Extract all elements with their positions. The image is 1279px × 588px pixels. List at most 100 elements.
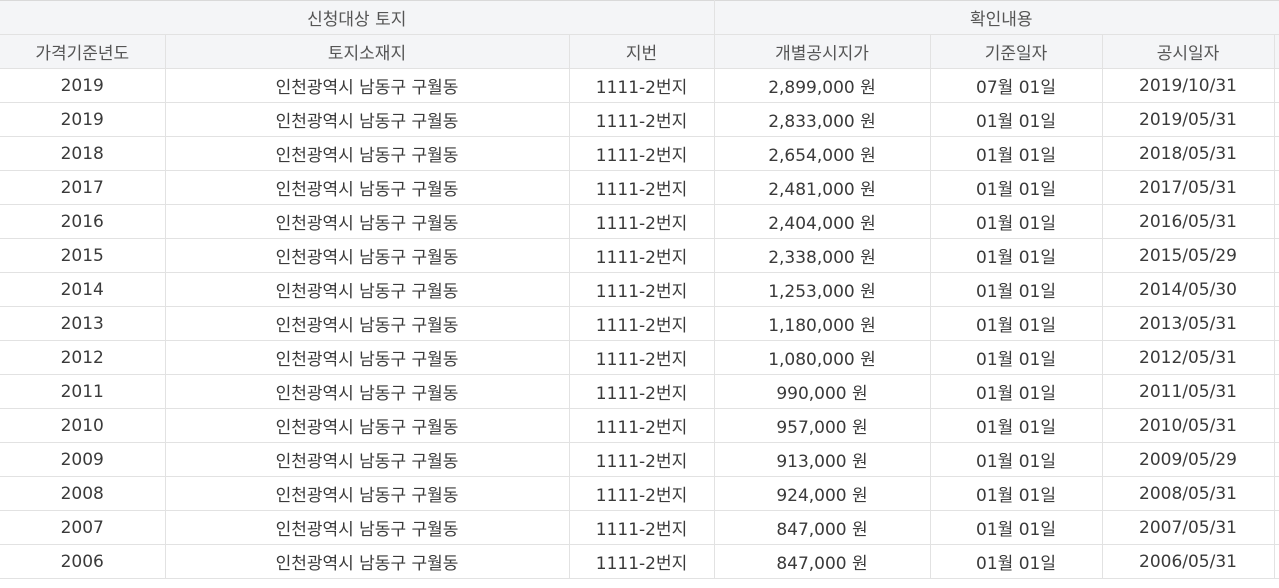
table-row: 2019 인천광역시 남동구 구월동 1111-2번지 2,833,000 원 01월 …	[0, 102, 1279, 137]
cell-price-year: 2007	[0, 510, 166, 545]
cell-land-location: 인천광역시 남동구 구월동	[165, 340, 570, 375]
cell-reference-date: 01월 01일	[930, 272, 1103, 307]
cell-announcement-date: 2006/05/31	[1102, 544, 1275, 579]
cell-land-location: 인천광역시 남동구 구월동	[165, 442, 570, 477]
cell-announcement-date: 2011/05/31	[1102, 374, 1275, 409]
cell-spacer	[1274, 442, 1279, 477]
cell-spacer	[1274, 408, 1279, 443]
cell-land-location: 인천광역시 남동구 구월동	[165, 408, 570, 443]
cell-official-land-price: 2,833,000 원	[714, 102, 931, 137]
cell-announcement-date: 2018/05/31	[1102, 136, 1275, 171]
cell-spacer	[1274, 340, 1279, 375]
cell-lot-number: 1111-2번지	[569, 238, 715, 273]
table-row: 2008 인천광역시 남동구 구월동 1111-2번지 924,000 원 01월 01…	[0, 476, 1279, 511]
cell-lot-number: 1111-2번지	[569, 68, 715, 103]
cell-reference-date: 07월 01일	[930, 68, 1103, 103]
cell-land-location: 인천광역시 남동구 구월동	[165, 136, 570, 171]
cell-land-location: 인천광역시 남동구 구월동	[165, 272, 570, 307]
cell-reference-date: 01월 01일	[930, 442, 1103, 477]
cell-price-year: 2019	[0, 68, 166, 103]
cell-lot-number: 1111-2번지	[569, 510, 715, 545]
cell-announcement-date: 2016/05/31	[1102, 204, 1275, 239]
table-row: 2017 인천광역시 남동구 구월동 1111-2번지 2,481,000 원 01월 …	[0, 170, 1279, 205]
cell-announcement-date: 2009/05/29	[1102, 442, 1275, 477]
cell-price-year: 2010	[0, 408, 166, 443]
cell-price-year: 2017	[0, 170, 166, 205]
cell-land-location: 인천광역시 남동구 구월동	[165, 544, 570, 579]
table-row: 2012 인천광역시 남동구 구월동 1111-2번지 1,080,000 원 01월 …	[0, 340, 1279, 375]
cell-announcement-date: 2010/05/31	[1102, 408, 1275, 443]
cell-official-land-price: 2,654,000 원	[714, 136, 931, 171]
cell-spacer	[1274, 238, 1279, 273]
cell-official-land-price: 1,180,000 원	[714, 306, 931, 341]
cell-official-land-price: 957,000 원	[714, 408, 931, 443]
cell-lot-number: 1111-2번지	[569, 170, 715, 205]
cell-announcement-date: 2008/05/31	[1102, 476, 1275, 511]
cell-reference-date: 01월 01일	[930, 476, 1103, 511]
group-header-row: 신청대상 토지 확인내용	[0, 0, 1279, 35]
cell-price-year: 2019	[0, 102, 166, 137]
cell-price-year: 2011	[0, 374, 166, 409]
column-header-price-year: 가격기준년도	[0, 34, 166, 69]
column-header-land-location: 토지소재지	[165, 34, 570, 69]
cell-price-year: 2006	[0, 544, 166, 579]
table-body: 2019 인천광역시 남동구 구월동 1111-2번지 2,899,000 원 07월 …	[0, 68, 1279, 579]
cell-lot-number: 1111-2번지	[569, 476, 715, 511]
cell-announcement-date: 2019/10/31	[1102, 68, 1275, 103]
cell-land-location: 인천광역시 남동구 구월동	[165, 204, 570, 239]
cell-spacer	[1274, 68, 1279, 103]
table-row: 2007 인천광역시 남동구 구월동 1111-2번지 847,000 원 01월 01…	[0, 510, 1279, 545]
cell-land-location: 인천광역시 남동구 구월동	[165, 510, 570, 545]
cell-official-land-price: 847,000 원	[714, 544, 931, 579]
cell-reference-date: 01월 01일	[930, 544, 1103, 579]
table-row: 2013 인천광역시 남동구 구월동 1111-2번지 1,180,000 원 01월 …	[0, 306, 1279, 341]
table-row: 2009 인천광역시 남동구 구월동 1111-2번지 913,000 원 01월 01…	[0, 442, 1279, 477]
column-header-announcement-date: 공시일자	[1102, 34, 1275, 69]
cell-spacer	[1274, 374, 1279, 409]
cell-reference-date: 01월 01일	[930, 340, 1103, 375]
column-header-lot-number: 지번	[569, 34, 715, 69]
table-row: 2014 인천광역시 남동구 구월동 1111-2번지 1,253,000 원 01월 …	[0, 272, 1279, 307]
group-header-target-land: 신청대상 토지	[0, 0, 715, 35]
cell-price-year: 2015	[0, 238, 166, 273]
cell-reference-date: 01월 01일	[930, 136, 1103, 171]
cell-spacer	[1274, 102, 1279, 137]
cell-reference-date: 01월 01일	[930, 306, 1103, 341]
cell-lot-number: 1111-2번지	[569, 544, 715, 579]
cell-lot-number: 1111-2번지	[569, 204, 715, 239]
cell-land-location: 인천광역시 남동구 구월동	[165, 170, 570, 205]
cell-spacer	[1274, 272, 1279, 307]
cell-announcement-date: 2017/05/31	[1102, 170, 1275, 205]
table-row: 2016 인천광역시 남동구 구월동 1111-2번지 2,404,000 원 01월 …	[0, 204, 1279, 239]
table-row: 2015 인천광역시 남동구 구월동 1111-2번지 2,338,000 원 01월 …	[0, 238, 1279, 273]
cell-lot-number: 1111-2번지	[569, 306, 715, 341]
cell-land-location: 인천광역시 남동구 구월동	[165, 68, 570, 103]
cell-official-land-price: 2,899,000 원	[714, 68, 931, 103]
cell-lot-number: 1111-2번지	[569, 374, 715, 409]
cell-spacer	[1274, 306, 1279, 341]
table-row: 2006 인천광역시 남동구 구월동 1111-2번지 847,000 원 01월 01…	[0, 544, 1279, 579]
cell-spacer	[1274, 510, 1279, 545]
cell-reference-date: 01월 01일	[930, 510, 1103, 545]
cell-lot-number: 1111-2번지	[569, 136, 715, 171]
cell-announcement-date: 2014/05/30	[1102, 272, 1275, 307]
cell-announcement-date: 2013/05/31	[1102, 306, 1275, 341]
group-header-confirmation: 확인내용	[714, 0, 1279, 35]
cell-spacer	[1274, 476, 1279, 511]
cell-price-year: 2018	[0, 136, 166, 171]
column-header-row: 가격기준년도 토지소재지 지번 개별공시지가 기준일자 공시일자	[0, 34, 1279, 69]
cell-land-location: 인천광역시 남동구 구월동	[165, 476, 570, 511]
cell-official-land-price: 1,253,000 원	[714, 272, 931, 307]
cell-spacer	[1274, 204, 1279, 239]
cell-spacer	[1274, 170, 1279, 205]
cell-lot-number: 1111-2번지	[569, 272, 715, 307]
cell-announcement-date: 2012/05/31	[1102, 340, 1275, 375]
cell-land-location: 인천광역시 남동구 구월동	[165, 102, 570, 137]
cell-official-land-price: 2,338,000 원	[714, 238, 931, 273]
column-header-official-land-price: 개별공시지가	[714, 34, 931, 69]
cell-spacer	[1274, 136, 1279, 171]
cell-official-land-price: 990,000 원	[714, 374, 931, 409]
cell-land-location: 인천광역시 남동구 구월동	[165, 374, 570, 409]
cell-official-land-price: 924,000 원	[714, 476, 931, 511]
cell-lot-number: 1111-2번지	[569, 442, 715, 477]
